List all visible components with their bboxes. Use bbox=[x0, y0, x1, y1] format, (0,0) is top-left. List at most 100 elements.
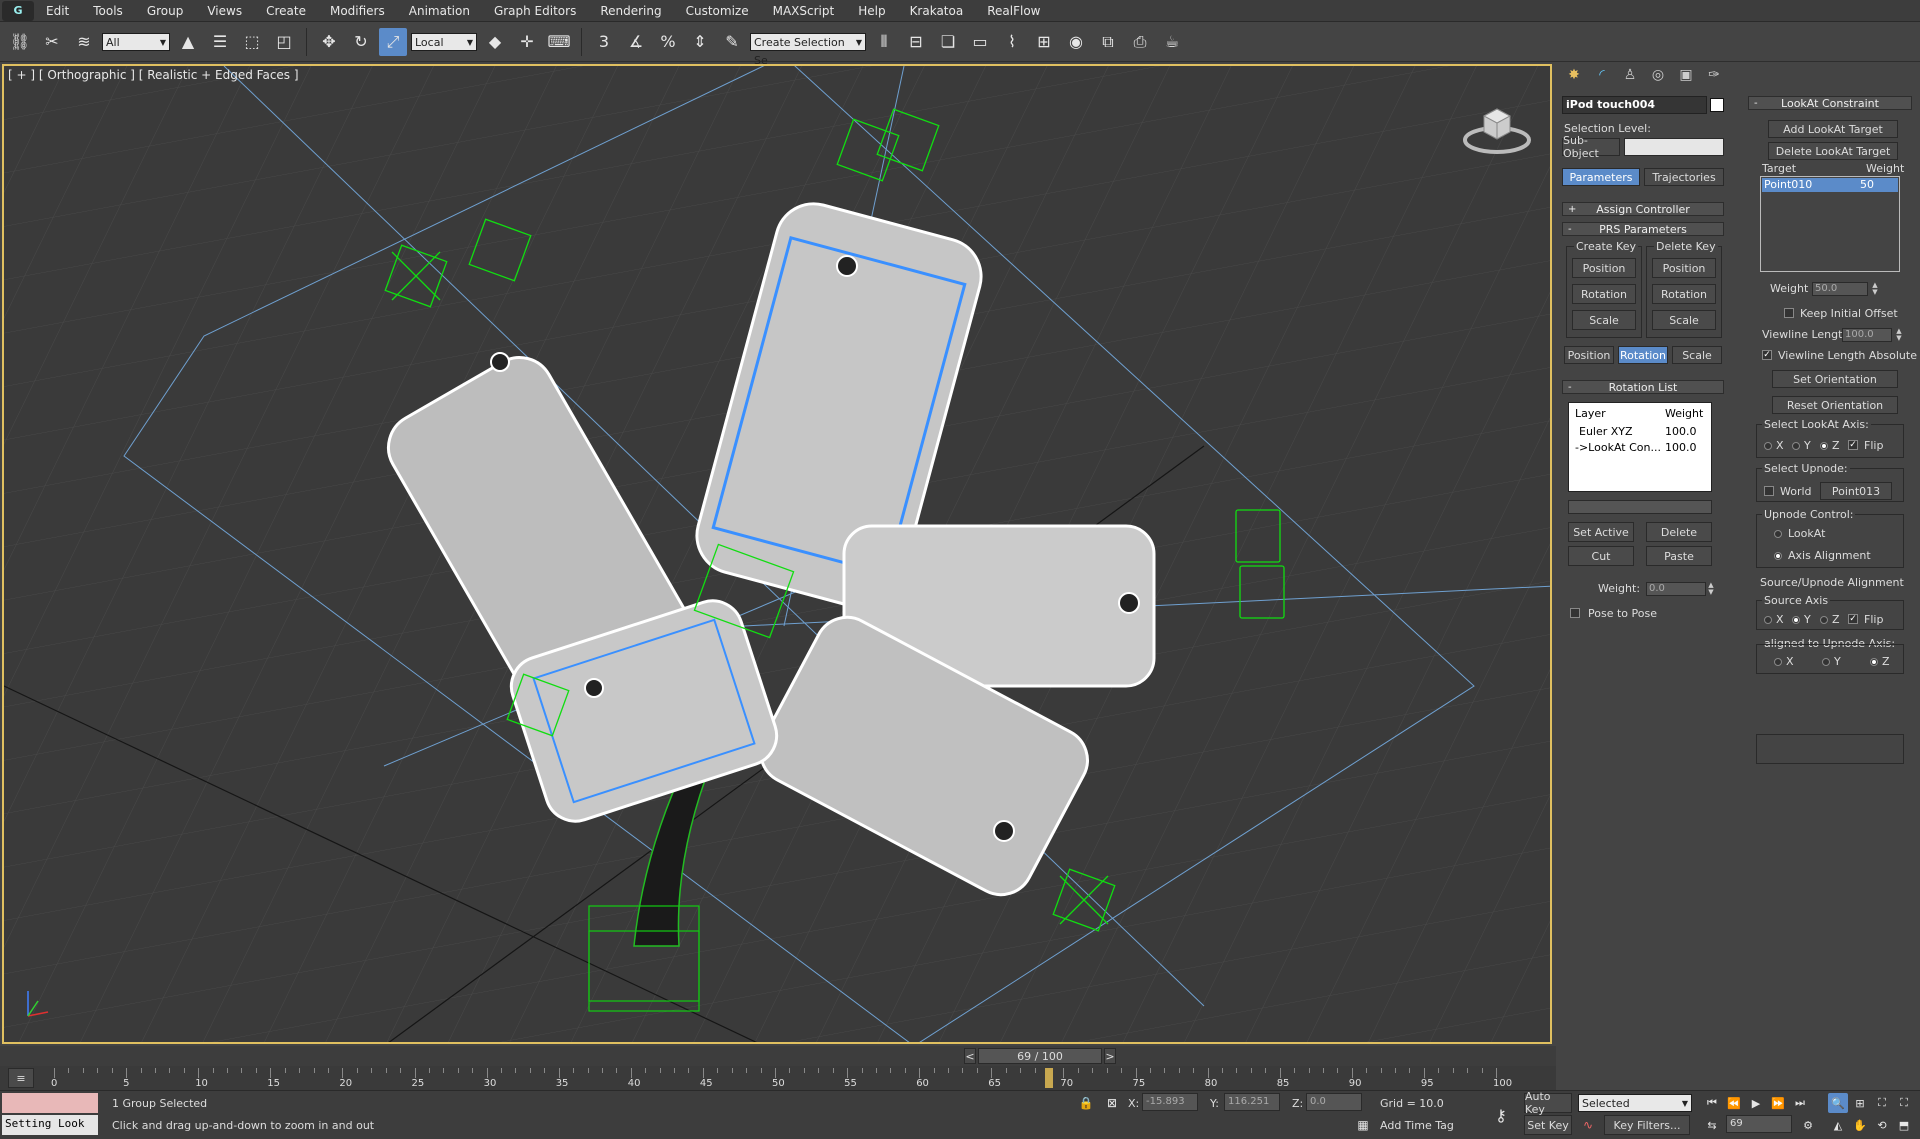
keyboard-shortcut-icon[interactable]: ⌨ bbox=[545, 28, 573, 56]
pose-to-pose-checkbox[interactable] bbox=[1570, 608, 1580, 618]
app-logo[interactable]: G bbox=[2, 0, 34, 21]
world-checkbox[interactable] bbox=[1764, 486, 1774, 496]
set-orientation-button[interactable]: Set Orientation bbox=[1772, 370, 1898, 388]
rotation-list-row[interactable]: Euler XYZ bbox=[1579, 425, 1633, 438]
select-object-icon[interactable]: ▲ bbox=[174, 28, 202, 56]
aligned-y-radio[interactable] bbox=[1822, 658, 1830, 666]
default-tangents-icon[interactable]: ∿ bbox=[1578, 1115, 1598, 1135]
auto-key-button[interactable]: Auto Key bbox=[1524, 1090, 1572, 1116]
unlink-icon[interactable]: ✂ bbox=[38, 28, 66, 56]
render-setup-icon[interactable]: ⧉ bbox=[1094, 28, 1122, 56]
rotation-list-rollout[interactable]: Rotation List bbox=[1562, 380, 1724, 394]
create-tab-icon[interactable]: ✸ bbox=[1562, 64, 1586, 86]
zoom-extents-all-icon[interactable]: ⛶ bbox=[1894, 1093, 1914, 1113]
menu-krakatoa[interactable]: Krakatoa bbox=[898, 0, 976, 22]
mirror-icon[interactable]: ⫴ bbox=[870, 28, 898, 56]
reference-coord-dropdown[interactable]: Local bbox=[411, 32, 477, 52]
menu-group[interactable]: Group bbox=[135, 0, 196, 22]
timeline-track[interactable]: ≡ 0 5 10 15 20 25 30 35 40 45 50 55 60 65 70 75 80 85 90 95… bbox=[0, 1066, 1556, 1090]
add-lookat-target-button[interactable]: Add LookAt Target bbox=[1768, 120, 1898, 138]
lookat-weight-field[interactable]: 50.0 bbox=[1812, 282, 1868, 296]
maxscript-listener-input[interactable]: Setting Look bbox=[2, 1115, 98, 1135]
key-filters-button[interactable]: Key Filters... bbox=[1604, 1115, 1690, 1135]
reset-orientation-button[interactable]: Reset Orientation bbox=[1772, 396, 1898, 414]
previous-frame-icon[interactable]: ⏪ bbox=[1724, 1093, 1744, 1113]
menu-create[interactable]: Create bbox=[254, 0, 318, 22]
lookat-target-list[interactable]: Point010 50 bbox=[1760, 176, 1900, 272]
axis-x-radio[interactable] bbox=[1764, 442, 1772, 450]
menu-graph-editors[interactable]: Graph Editors bbox=[482, 0, 588, 22]
named-selection-sets-dropdown[interactable]: Create Selection Se bbox=[750, 32, 866, 67]
rotation-list-name-field[interactable] bbox=[1568, 500, 1712, 514]
sub-object-button[interactable]: Sub-Object bbox=[1562, 134, 1620, 160]
create-rotation-button[interactable]: Rotation bbox=[1572, 284, 1636, 304]
align-icon[interactable]: ⊟ bbox=[902, 28, 930, 56]
time-slider-next-button[interactable]: > bbox=[1104, 1048, 1116, 1064]
source-axis-y-radio[interactable] bbox=[1792, 616, 1800, 624]
delete-layer-button[interactable]: Delete bbox=[1646, 522, 1712, 542]
axis-y-radio[interactable] bbox=[1792, 442, 1800, 450]
absolute-mode-icon[interactable]: ⊠ bbox=[1102, 1093, 1122, 1113]
select-manipulate-icon[interactable]: ✛ bbox=[513, 28, 541, 56]
hierarchy-tab-icon[interactable]: ♙ bbox=[1618, 64, 1642, 86]
mode-rotation-button[interactable]: Rotation bbox=[1618, 346, 1668, 364]
viewcube[interactable] bbox=[1462, 96, 1532, 156]
material-editor-icon[interactable]: ◉ bbox=[1062, 28, 1090, 56]
menu-maxscript[interactable]: MAXScript bbox=[761, 0, 847, 22]
source-axis-flip-checkbox[interactable]: ✓ bbox=[1848, 614, 1858, 624]
link-icon[interactable]: ⛓ bbox=[6, 28, 34, 56]
tab-parameters[interactable]: Parameters bbox=[1562, 168, 1640, 186]
set-key-button[interactable]: Set Key bbox=[1524, 1115, 1572, 1135]
delete-scale-button[interactable]: Scale bbox=[1652, 310, 1716, 330]
render-frame-icon[interactable]: ⎙ bbox=[1126, 28, 1154, 56]
source-axis-x-radio[interactable] bbox=[1764, 616, 1772, 624]
prs-parameters-rollout[interactable]: PRS Parameters bbox=[1562, 222, 1724, 236]
rotation-list-table[interactable]: Layer Weight Euler XYZ 100.0 ->LookAt Co… bbox=[1568, 402, 1712, 492]
menu-tools[interactable]: Tools bbox=[81, 0, 135, 22]
zoom-icon[interactable]: 🔍 bbox=[1828, 1093, 1848, 1113]
percent-snap-icon[interactable]: % bbox=[654, 28, 682, 56]
menu-views[interactable]: Views bbox=[195, 0, 254, 22]
schematic-view-icon[interactable]: ⊞ bbox=[1030, 28, 1058, 56]
add-time-tag[interactable]: Add Time Tag bbox=[1380, 1119, 1454, 1132]
edit-named-sets-icon[interactable]: ✎ bbox=[718, 28, 746, 56]
lookat-weight-spinner[interactable]: ▲ ▼ bbox=[1870, 282, 1880, 296]
assign-controller-rollout[interactable]: Assign Controller bbox=[1562, 202, 1724, 216]
scale-icon[interactable]: ⤢ bbox=[379, 27, 407, 56]
motion-tab-icon[interactable]: ◎ bbox=[1646, 64, 1670, 86]
viewport-orthographic[interactable]: [ + ] [ Orthographic ] [ Realistic + Edg… bbox=[2, 64, 1552, 1044]
aligned-z-radio[interactable] bbox=[1870, 658, 1878, 666]
y-coord-field[interactable]: 116.251 bbox=[1224, 1093, 1280, 1111]
upnode-axis-alignment-radio[interactable] bbox=[1774, 552, 1782, 560]
cut-button[interactable]: Cut bbox=[1568, 546, 1634, 566]
mode-scale-button[interactable]: Scale bbox=[1672, 346, 1722, 364]
menu-customize[interactable]: Customize bbox=[674, 0, 761, 22]
create-position-button[interactable]: Position bbox=[1572, 258, 1636, 278]
axis-z-radio[interactable] bbox=[1820, 442, 1828, 450]
x-coord-field[interactable]: -15.893 bbox=[1142, 1093, 1198, 1111]
time-tag-icon[interactable]: ▦ bbox=[1354, 1115, 1372, 1135]
set-active-button[interactable]: Set Active bbox=[1568, 522, 1634, 542]
utilities-tab-icon[interactable]: ✑ bbox=[1702, 64, 1726, 86]
selection-lock-icon[interactable]: 🔒 bbox=[1076, 1093, 1096, 1113]
time-slider-thumb[interactable]: 69 / 100 bbox=[978, 1048, 1102, 1064]
layer-manager-icon[interactable]: ❏ bbox=[934, 28, 962, 56]
rotation-list-row[interactable]: ->LookAt Con... bbox=[1575, 441, 1661, 454]
z-coord-field[interactable]: 0.0 bbox=[1306, 1093, 1362, 1111]
lookat-constraint-rollout[interactable]: LookAt Constraint bbox=[1748, 96, 1912, 110]
curve-editor-icon[interactable]: ⌇ bbox=[998, 28, 1026, 56]
upnode-lookat-radio[interactable] bbox=[1774, 530, 1782, 538]
rect-selection-icon[interactable]: ⬚ bbox=[238, 28, 266, 56]
object-name-field[interactable]: iPod touch004 bbox=[1562, 96, 1707, 114]
move-icon[interactable]: ✥ bbox=[315, 28, 343, 56]
mode-position-button[interactable]: Position bbox=[1564, 346, 1614, 364]
maximize-viewport-icon[interactable]: ⬒ bbox=[1894, 1115, 1914, 1135]
bind-spacewarp-icon[interactable]: ≋ bbox=[70, 28, 98, 56]
time-slider-prev-button[interactable]: < bbox=[964, 1048, 976, 1064]
zoom-all-icon[interactable]: ⊞ bbox=[1850, 1093, 1870, 1113]
create-scale-button[interactable]: Scale bbox=[1572, 310, 1636, 330]
sub-object-dropdown[interactable] bbox=[1624, 138, 1724, 156]
selection-filter-dropdown[interactable]: All bbox=[102, 32, 170, 52]
zoom-extents-icon[interactable]: ⛶ bbox=[1872, 1093, 1892, 1113]
pan-icon[interactable]: ✋ bbox=[1850, 1115, 1870, 1135]
